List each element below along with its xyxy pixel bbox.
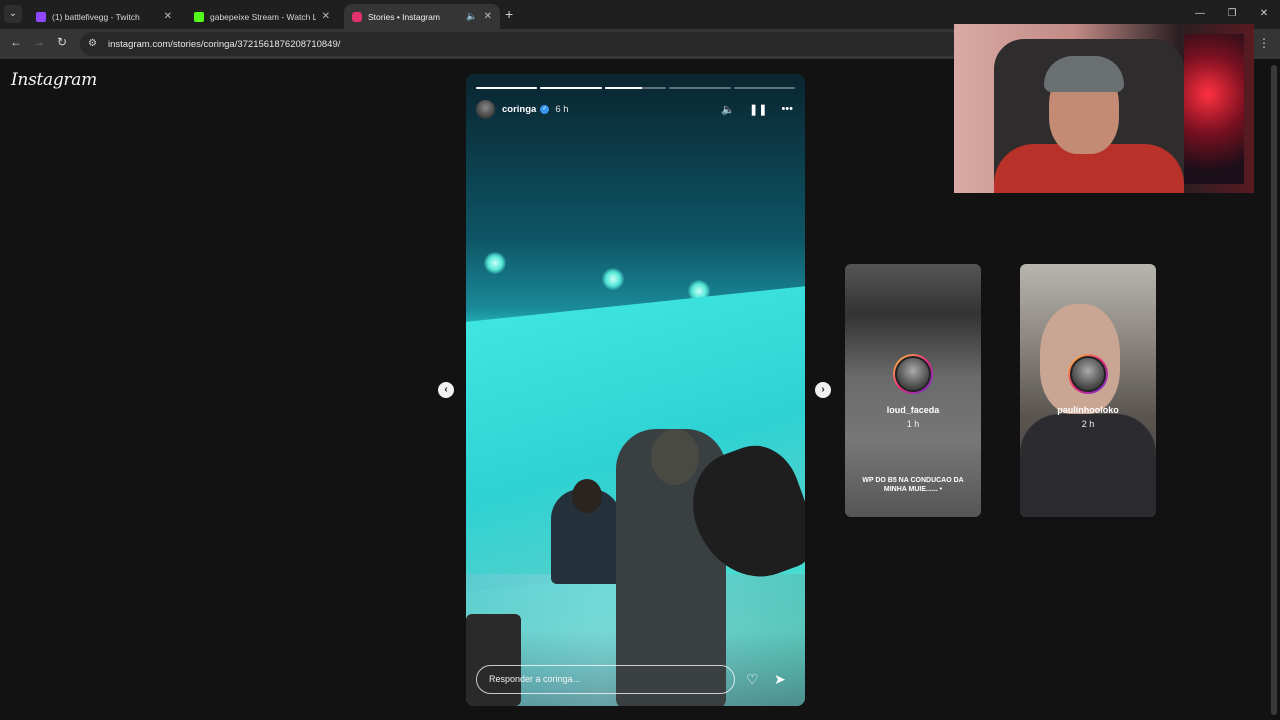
verified-badge-icon: ✓: [540, 104, 550, 114]
progress-fill: [476, 87, 538, 89]
story-viewer[interactable]: coringa ✓ 6 h 🔈 ❚❚ ••• Responder a corin…: [466, 74, 805, 706]
next-story-preview[interactable]: paulinhooloko 2 h: [1020, 264, 1156, 517]
close-tab-icon[interactable]: ✕: [484, 11, 492, 22]
twitch-favicon-icon: [36, 11, 46, 22]
address-bar[interactable]: ⚙ instagram.com/stories/coringa/37215618…: [80, 32, 960, 56]
speaker-icon[interactable]: 🔈: [466, 11, 477, 22]
reload-button[interactable]: ↻: [57, 35, 67, 49]
tab-kick[interactable]: gabepeixe Stream - Watch Live ✕: [186, 4, 338, 29]
new-tab-button[interactable]: +: [505, 6, 513, 22]
story-username[interactable]: coringa: [502, 104, 536, 115]
story-header: coringa ✓ 6 h 🔈 ❚❚ •••: [476, 99, 793, 119]
close-tab-icon[interactable]: ✕: [164, 11, 172, 22]
progress-segment: [604, 87, 667, 89]
preview-username: paulinhooloko: [1057, 405, 1119, 415]
preview-username: loud_faceda: [886, 405, 940, 415]
tab-instagram[interactable]: Stories • Instagram 🔈 ✕: [344, 4, 500, 29]
progress-fill: [604, 87, 642, 89]
progress-segment: [733, 87, 796, 89]
progress-segment: [476, 87, 538, 89]
streamer-hair: [1044, 56, 1124, 92]
story-time: 6 h: [555, 103, 569, 115]
preview-time: 2 h: [1081, 419, 1095, 429]
dj-head: [572, 479, 602, 513]
preview-avatar: [1068, 354, 1108, 394]
tab-title: Stories • Instagram: [368, 11, 440, 22]
rgb-lights: [1184, 34, 1244, 184]
reply-input[interactable]: Responder a coringa...: [476, 665, 735, 694]
site-info-icon[interactable]: ⚙: [88, 38, 100, 50]
avatar[interactable]: [476, 99, 495, 119]
close-tab-icon[interactable]: ✕: [322, 11, 330, 22]
preview-caption: WP DO B5 NA CONDUCAO DA MINHA MUIE......…: [862, 477, 964, 493]
tab-twitch[interactable]: (1) battlefivegg - Twitch ✕: [28, 4, 180, 29]
tab-title: (1) battlefivegg - Twitch: [52, 11, 140, 22]
stage-light: [602, 268, 624, 290]
progress-segment: [669, 87, 731, 89]
stage-light: [484, 252, 506, 274]
pause-icon[interactable]: ❚❚: [749, 103, 767, 116]
url-text: instagram.com/stories/coringa/3721561876…: [108, 38, 341, 50]
page-scrollbar[interactable]: [1270, 59, 1278, 720]
previous-story-button[interactable]: ‹: [438, 382, 454, 398]
preview-time: 1 h: [906, 419, 920, 429]
forward-button[interactable]: →: [33, 35, 45, 49]
story-progress-bar: [476, 87, 796, 89]
progress-segment: [540, 87, 602, 89]
instagram-logo[interactable]: Instagram: [11, 70, 97, 90]
like-heart-icon[interactable]: ♡: [746, 671, 759, 688]
more-options-icon[interactable]: •••: [781, 103, 793, 116]
next-story-button[interactable]: ›: [815, 382, 831, 398]
tab-search-button[interactable]: ⌄: [4, 5, 22, 23]
send-direct-icon[interactable]: ➤: [774, 671, 786, 688]
progress-fill: [540, 87, 602, 89]
back-button[interactable]: ←: [10, 35, 22, 49]
next-story-preview[interactable]: loud_faceda 1 h WP DO B5 NA CONDUCAO DA …: [845, 264, 981, 517]
tab-title: gabepeixe Stream - Watch Live: [210, 11, 316, 22]
preview-avatar: [893, 354, 933, 394]
browser-menu-icon[interactable]: ⋮: [1258, 36, 1270, 50]
instagram-favicon-icon: [352, 11, 362, 22]
webcam-overlay: [954, 24, 1254, 193]
preview-shirt: [1020, 414, 1156, 517]
performer-head: [651, 429, 699, 485]
kick-favicon-icon: [194, 11, 204, 22]
mute-icon[interactable]: 🔈: [721, 103, 735, 116]
